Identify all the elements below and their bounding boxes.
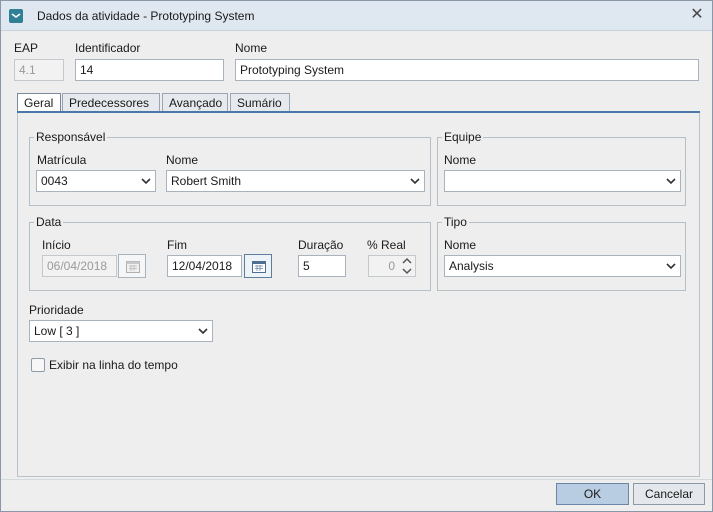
window-title: Dados da atividade - Prototyping System [37, 9, 255, 23]
activity-dialog: Dados da atividade - Prototyping System … [0, 0, 713, 512]
eap-label: EAP [14, 41, 39, 55]
responsavel-group-title: Responsável [34, 130, 108, 144]
identifier-field[interactable]: 14 [75, 59, 224, 81]
tab-predecessores[interactable]: Predecessores [62, 93, 160, 113]
matricula-value: 0043 [41, 174, 68, 188]
tab-sumario[interactable]: Sumário [230, 93, 290, 113]
cancel-button[interactable]: Cancelar [633, 483, 705, 505]
calendar-icon [252, 261, 266, 273]
ok-button[interactable]: OK [556, 483, 629, 505]
app-logo-icon [9, 9, 23, 23]
matricula-select[interactable]: 0043 [36, 170, 156, 192]
fim-field[interactable]: 12/04/2018 [167, 255, 242, 277]
responsavel-nome-value: Robert Smith [171, 174, 242, 188]
prioridade-value: Low [ 3 ] [34, 324, 80, 338]
chevron-down-icon [198, 328, 208, 335]
timeline-checkbox[interactable] [31, 358, 45, 372]
equipe-group-title: Equipe [442, 130, 484, 144]
real-label: % Real [367, 238, 406, 252]
chevron-down-icon [666, 178, 676, 185]
timeline-checkbox-label: Exibir na linha do tempo [49, 358, 178, 372]
inicio-calendar-button [118, 254, 146, 278]
chevron-down-icon [141, 178, 151, 185]
data-group-title: Data [34, 215, 64, 229]
close-icon[interactable]: ✕ [689, 7, 705, 23]
fim-label: Fim [167, 238, 187, 252]
equipe-nome-select[interactable] [444, 170, 681, 192]
tipo-nome-value: Analysis [449, 259, 494, 273]
tipo-nome-label: Nome [444, 238, 477, 252]
footer-separator [1, 479, 712, 480]
matricula-label: Matrícula [37, 153, 87, 167]
chevron-down-icon [410, 178, 420, 185]
inicio-label: Início [42, 238, 71, 252]
inicio-field: 06/04/2018 [42, 255, 117, 277]
name-label: Nome [235, 41, 268, 55]
fim-calendar-button[interactable] [244, 254, 272, 278]
tipo-group-title: Tipo [442, 215, 469, 229]
duracao-label: Duração [298, 238, 344, 252]
title-bar: Dados da atividade - Prototyping System … [1, 1, 712, 31]
name-field[interactable]: Prototyping System [235, 59, 699, 81]
prioridade-label: Prioridade [29, 303, 84, 317]
spinner-arrows-icon [402, 257, 412, 275]
calendar-icon [126, 261, 140, 273]
chevron-down-icon [666, 263, 676, 270]
equipe-nome-label: Nome [444, 153, 477, 167]
responsavel-nome-label: Nome [166, 153, 199, 167]
identifier-label: Identificador [75, 41, 141, 55]
prioridade-select[interactable]: Low [ 3 ] [29, 320, 213, 342]
tipo-nome-select[interactable]: Analysis [444, 255, 681, 277]
duracao-field[interactable]: 5 [298, 255, 346, 277]
tab-avancado[interactable]: Avançado [162, 93, 228, 113]
responsavel-nome-select[interactable]: Robert Smith [166, 170, 425, 192]
eap-field: 4.1 [14, 59, 64, 81]
